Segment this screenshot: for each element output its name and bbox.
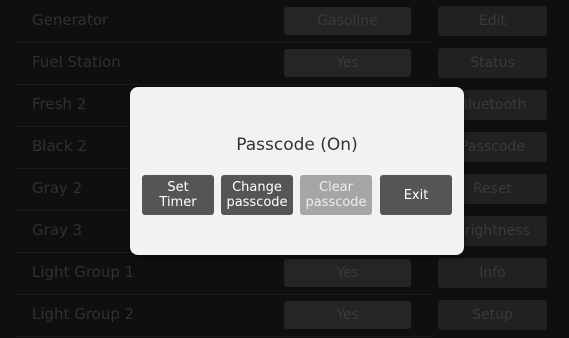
set-timer-button[interactable]: Set Timer [142,175,214,215]
change-passcode-button[interactable]: Change passcode [221,175,293,215]
exit-button[interactable]: Exit [380,175,452,215]
dialog-title: Passcode (On) [236,135,358,155]
clear-passcode-button[interactable]: Clear passcode [300,175,372,215]
passcode-dialog: Passcode (On) Set Timer Change passcode … [130,87,464,255]
